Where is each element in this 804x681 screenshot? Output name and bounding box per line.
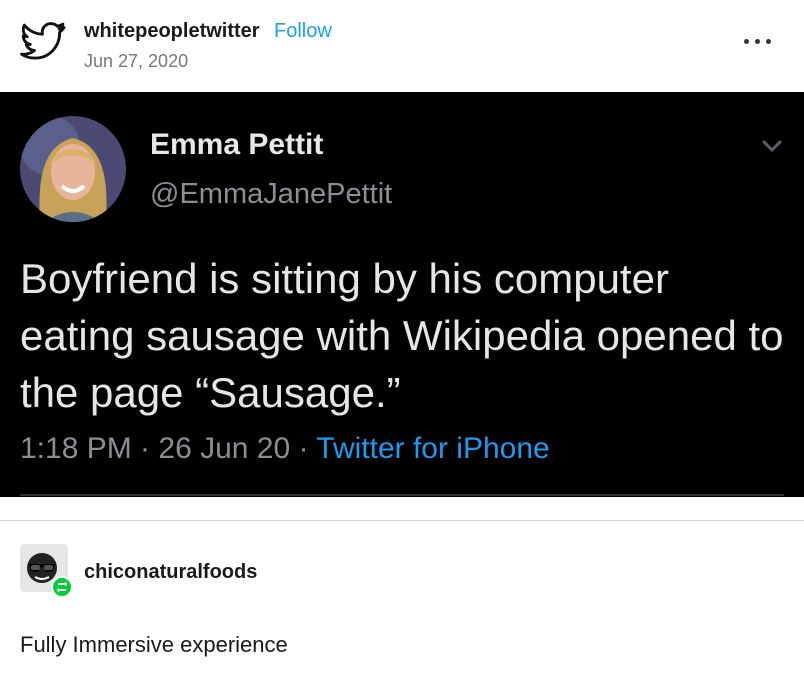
follow-button[interactable]: Follow bbox=[274, 20, 332, 43]
post-header: whitepeopletwitter Follow Jun 27, 2020 bbox=[0, 0, 804, 92]
post-username[interactable]: whitepeopletwitter bbox=[84, 20, 260, 43]
chevron-down-icon bbox=[762, 140, 782, 153]
reblog-icon bbox=[51, 576, 73, 598]
tweet-screenshot: Emma Pettit @EmmaJanePettit Boyfriend is… bbox=[0, 92, 804, 497]
more-dots-icon[interactable] bbox=[742, 28, 774, 52]
tweet-divider bbox=[20, 494, 784, 496]
post-separator bbox=[0, 520, 804, 521]
tweet-avatar bbox=[20, 116, 126, 222]
post-date: Jun 27, 2020 bbox=[84, 51, 189, 71]
twitter-bird-icon[interactable] bbox=[20, 22, 66, 62]
tweet-author-handle: @EmmaJanePettit bbox=[150, 178, 393, 210]
tweet-author-name: Emma Pettit bbox=[150, 128, 324, 161]
tweet-source: Twitter for iPhone bbox=[316, 432, 550, 465]
reblog-comment: Fully Immersive experience bbox=[20, 632, 288, 657]
reblog-username[interactable]: chiconaturalfoods bbox=[84, 561, 257, 584]
tweet-timestamp: 1:18 PM · 26 Jun 20 · bbox=[20, 432, 317, 465]
tweet-meta: 1:18 PM · 26 Jun 20 · Twitter for iPhone bbox=[20, 432, 550, 466]
tweet-text: Boyfriend is sitting by his computer eat… bbox=[20, 255, 784, 416]
